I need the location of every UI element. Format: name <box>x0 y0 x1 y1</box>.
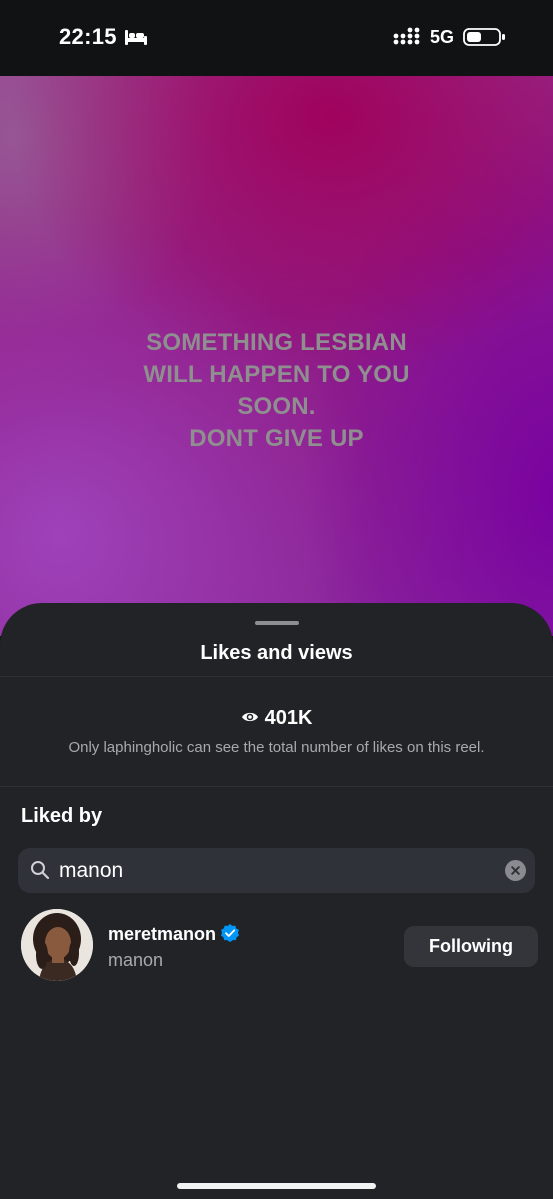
reel-caption-line: SOMETHING LESBIAN <box>146 329 407 356</box>
clear-search-button[interactable] <box>505 860 526 881</box>
search-icon <box>31 861 50 880</box>
search-input[interactable] <box>59 848 499 893</box>
sheet-title: Likes and views <box>200 642 353 664</box>
verified-badge-icon <box>221 924 240 943</box>
network-label: 5G <box>430 27 455 47</box>
reel-caption-line: DONT GIVE UP <box>189 425 364 452</box>
divider <box>0 786 553 787</box>
bed-icon <box>125 30 147 45</box>
eye-icon <box>241 712 258 721</box>
status-bar: 22:15 5G <box>0 0 553 76</box>
views-count-value: 401K <box>264 707 313 729</box>
reel-caption: SOMETHING LESBIAN WILL HAPPEN TO YOU SOO… <box>0 327 553 455</box>
clear-icon <box>511 866 520 875</box>
status-time: 22:15 <box>59 24 117 49</box>
reel-preview[interactable]: SOMETHING LESBIAN WILL HAPPEN TO YOU SOO… <box>0 76 553 636</box>
liked-by-user-row[interactable]: meretmanon manon Following <box>0 906 553 986</box>
search-box[interactable] <box>18 848 535 893</box>
username[interactable]: meretmanon <box>108 924 216 944</box>
signal-icon <box>393 27 420 45</box>
reel-likes-screen: 22:15 5G SOMETHING LESBIAN WILL HAPPEN T… <box>0 0 553 1199</box>
username-line: meretmanon <box>108 924 240 945</box>
home-indicator[interactable] <box>177 1183 376 1189</box>
avatar-image <box>21 909 93 981</box>
reel-caption-line: SOON. <box>237 393 316 420</box>
liked-by-title: Liked by <box>21 805 103 827</box>
reel-caption-line: WILL HAPPEN TO YOU <box>143 361 410 388</box>
following-button[interactable]: Following <box>404 926 538 967</box>
views-count: 401K <box>0 707 553 730</box>
views-note: Only laphingholic can see the total numb… <box>68 739 485 756</box>
likes-and-views-sheet: Likes and views 401K Only laphingholic c… <box>0 603 553 1199</box>
drag-handle[interactable] <box>255 621 299 625</box>
battery-icon <box>463 28 505 46</box>
divider <box>0 676 553 677</box>
avatar[interactable] <box>21 909 93 981</box>
full-name: manon <box>108 950 164 970</box>
